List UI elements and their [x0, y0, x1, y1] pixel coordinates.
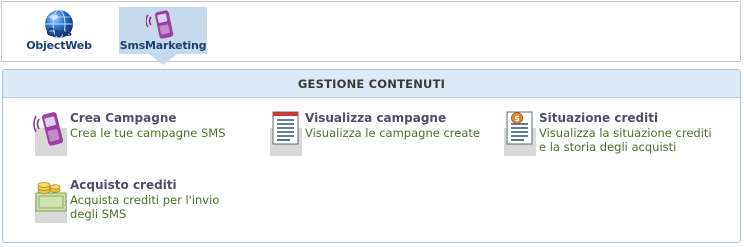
menu-item-description: Crea le tue campagne SMS — [70, 126, 226, 140]
menu-item-situazione-crediti[interactable]: $ Situazione crediti Visualizza la situa… — [502, 110, 717, 166]
active-tab-pointer — [149, 54, 177, 65]
menu-item-description: Acquista crediti per l'invio degli SMS — [70, 193, 220, 221]
top-toolbar: Cms ObjectWeb SmsMarketing — [1, 1, 741, 65]
mobile-phone-icon — [33, 112, 67, 156]
tab-cms-objectweb[interactable]: Cms ObjectWeb — [15, 7, 103, 54]
menu-item-description: Visualizza la situazione crediti e la st… — [539, 126, 712, 154]
menu-item-title: Acquisto crediti — [70, 178, 177, 192]
menu-item-crea-campagne[interactable]: Crea Campagne Crea le tue campagne SMS — [33, 110, 248, 166]
tab-label: Cms ObjectWeb — [26, 26, 92, 52]
menu-item-title: Crea Campagne — [70, 111, 177, 125]
mobile-phone-icon — [146, 10, 174, 39]
tab-smsmarketing[interactable]: SmsMarketing — [119, 7, 207, 54]
coins-icon — [35, 182, 67, 223]
document-list-icon — [270, 111, 302, 156]
menu-item-visualizza-campagne[interactable]: Visualizza campagne Visualizza le campag… — [268, 110, 483, 166]
menu-item-title: Situazione crediti — [539, 111, 659, 125]
panel-title: GESTIONE CONTENUTI — [3, 70, 740, 98]
svg-text:$: $ — [514, 114, 520, 123]
menu-item-description: Visualizza le campagne create — [305, 126, 480, 140]
content-management-panel: GESTIONE CONTENUTI Crea Campagne Crea le… — [2, 69, 741, 243]
menu-item-title: Visualizza campagne — [305, 111, 447, 125]
credit-statement-icon: $ — [504, 111, 536, 156]
tab-label: SmsMarketing — [119, 39, 207, 52]
menu-item-acquisto-crediti[interactable]: Acquisto crediti Acquista crediti per l'… — [33, 177, 248, 233]
